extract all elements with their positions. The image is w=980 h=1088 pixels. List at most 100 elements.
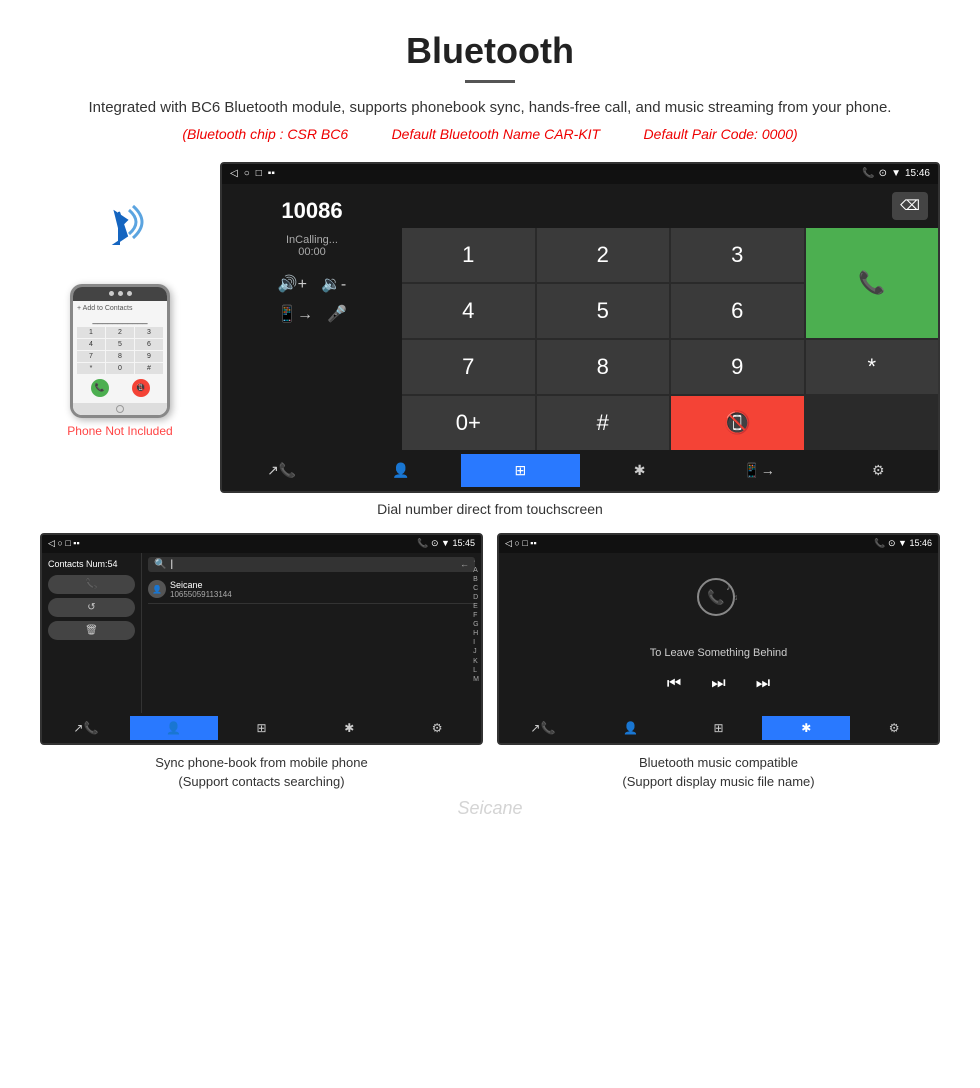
wifi-icon: ▼: [891, 168, 901, 179]
dbb-contacts[interactable]: 👤: [341, 454, 460, 487]
dial-volume-row: 🔊+ 🔉-: [278, 274, 347, 294]
phone-screen: + Add to Contacts ___________ 123 456 78…: [73, 301, 167, 403]
pb-backspace-icon[interactable]: ←: [460, 559, 469, 569]
statusbar-left: ◁ ○ □ ▪▪: [230, 168, 275, 179]
android-screen-large: ◁ ○ □ ▪▪ 📞 ⊙ ▼ 15:46 10086 InCalling: [220, 162, 940, 493]
pb-statusbar: ◁ ○ □ ▪▪ 📞 ⊙ ▼ 15:45: [42, 535, 481, 553]
pb-bottom-bar: ↗📞 👤 ⊞ ✱ ⚙: [42, 713, 481, 743]
music-bb-bluetooth[interactable]: ✱: [762, 716, 850, 740]
music-icon-area: 📞 ♪ ♫: [694, 572, 744, 631]
music-phone-icon: 📞 ♪ ♫: [694, 572, 744, 631]
key-star[interactable]: *: [806, 340, 939, 394]
backspace-button[interactable]: ⌫: [892, 192, 928, 220]
music-caption: Bluetooth music compatible (Support disp…: [497, 753, 940, 792]
play-pause-button[interactable]: ⏭: [711, 675, 725, 693]
dial-number: 10086: [281, 198, 342, 224]
key-5[interactable]: 5: [537, 284, 670, 338]
music-bb-settings[interactable]: ⚙: [850, 716, 938, 740]
key-1[interactable]: 1: [402, 228, 535, 282]
key-2[interactable]: 2: [537, 228, 670, 282]
vol-up-icon[interactable]: 🔊+: [278, 274, 307, 294]
call-green-button[interactable]: 📞: [806, 228, 939, 338]
bottom-captions: Sync phone-book from mobile phone (Suppo…: [40, 753, 940, 792]
header-chips: (Bluetooth chip : CSR BC6 Default Blueto…: [20, 126, 960, 142]
music-bb-dialpad[interactable]: ⊞: [675, 716, 763, 740]
dbb-bluetooth[interactable]: ✱: [580, 454, 699, 487]
music-caption-line2: (Support display music file name): [497, 772, 940, 792]
music-screen: ◁ ○ □ ▪▪ 📞 ⊙ ▼ 15:46 📞 ♪ ♫ To Le: [497, 533, 940, 745]
bottom-row: ◁ ○ □ ▪▪ 📞 ⊙ ▼ 15:45 Contacts Num:54 📞 ↺…: [40, 533, 940, 745]
key-0[interactable]: 0+: [402, 396, 535, 450]
music-content: 📞 ♪ ♫ To Leave Something Behind ⏮ ⏭ ⏭: [499, 553, 938, 713]
contact-name: Seicane: [170, 580, 232, 590]
key-4[interactable]: 4: [402, 284, 535, 338]
time-large: 15:46: [905, 168, 930, 179]
music-statusbar: ◁ ○ □ ▪▪ 📞 ⊙ ▼ 15:46: [499, 535, 938, 553]
key-8[interactable]: 8: [537, 340, 670, 394]
dial-status: InCalling... 00:00: [286, 234, 338, 258]
pb-bb-dialpad[interactable]: ⊞: [218, 716, 306, 740]
pb-search-input[interactable]: |: [170, 559, 460, 570]
key-6[interactable]: 6: [671, 284, 804, 338]
pb-left-panel: Contacts Num:54 📞 ↺ 🗑: [42, 553, 142, 713]
pb-bb-bluetooth[interactable]: ✱: [305, 716, 393, 740]
next-button[interactable]: ⏭: [756, 675, 770, 693]
music-bb-contacts[interactable]: 👤: [587, 716, 675, 740]
recent-icon: □: [256, 168, 262, 179]
dbb-settings[interactable]: ⚙: [819, 454, 938, 487]
main-content: + Add to Contacts ___________ 123 456 78…: [0, 152, 980, 839]
phone-top-bar: [73, 287, 167, 301]
phone-left-section: + Add to Contacts ___________ 123 456 78…: [40, 162, 200, 438]
location-icon: ⊙: [879, 168, 887, 179]
vol-down-icon[interactable]: 🔉-: [321, 274, 346, 294]
bt-name-label: Default Bluetooth Name CAR-KIT: [392, 126, 601, 142]
phone-bottom-bar: [73, 403, 167, 415]
dbb-transfer[interactable]: 📱→: [699, 454, 818, 487]
pb-call-btn[interactable]: 📞: [48, 575, 135, 594]
pb-sync-btn[interactable]: ↺: [48, 598, 135, 617]
phonebook-caption-line2: (Support contacts searching): [40, 772, 483, 792]
statusbar-right: 📞 ⊙ ▼ 15:46: [862, 168, 930, 179]
bluetooth-icon: [95, 202, 145, 274]
music-caption-line1: Bluetooth music compatible: [497, 753, 940, 773]
pb-bb-settings[interactable]: ⚙: [393, 716, 481, 740]
large-caption: Dial number direct from touchscreen: [40, 501, 940, 517]
key-7[interactable]: 7: [402, 340, 535, 394]
header-description: Integrated with BC6 Bluetooth module, su…: [20, 97, 960, 120]
svg-text:♫: ♫: [732, 593, 738, 602]
dbb-dialpad[interactable]: ⊞: [461, 454, 580, 487]
dbb-call[interactable]: ↗📞: [222, 454, 341, 487]
transfer-icon[interactable]: 📱→: [277, 304, 313, 324]
chip-label: (Bluetooth chip : CSR BC6: [182, 126, 348, 142]
pb-delete-btn[interactable]: 🗑: [48, 621, 135, 640]
pb-index: ·ABCDEFGHIJKLM: [473, 557, 479, 684]
large-demo-row: + Add to Contacts ___________ 123 456 78…: [40, 162, 940, 493]
prev-button[interactable]: ⏮: [667, 675, 681, 693]
phonebook-screen: ◁ ○ □ ▪▪ 📞 ⊙ ▼ 15:45 Contacts Num:54 📞 ↺…: [40, 533, 483, 745]
numpad-grid: 1 2 3 📞 4 5 6 7 8 9 * 0+ # 📵: [402, 228, 938, 450]
svg-text:📞: 📞: [707, 588, 725, 606]
phonebook-caption: Sync phone-book from mobile phone (Suppo…: [40, 753, 483, 792]
pb-statusbar-right: 📞 ⊙ ▼ 15:45: [417, 538, 475, 549]
dial-screen: 10086 InCalling... 00:00 🔊+ 🔉- 📱→ 🎤: [222, 184, 938, 450]
key-9[interactable]: 9: [671, 340, 804, 394]
key-3[interactable]: 3: [671, 228, 804, 282]
key-hash[interactable]: #: [537, 396, 670, 450]
music-statusbar-right: 📞 ⊙ ▼ 15:46: [874, 538, 932, 549]
pb-right-panel: 🔍 | ← 👤 Seicane 10655059113144 ·ABCDEFGH…: [142, 553, 481, 713]
pb-contacts-num: Contacts Num:54: [48, 559, 135, 569]
music-bottom-bar: ↗📞 👤 ⊞ ✱ ⚙: [499, 713, 938, 743]
end-call-button[interactable]: 📵: [671, 396, 804, 450]
svg-text:♪: ♪: [726, 582, 731, 593]
contact-number: 10655059113144: [170, 590, 232, 599]
music-bb-call[interactable]: ↗📞: [499, 716, 587, 740]
pb-bb-call[interactable]: ↗📞: [42, 716, 130, 740]
pb-search-row: 🔍 | ←: [148, 557, 475, 572]
pb-bb-contacts[interactable]: 👤: [130, 716, 218, 740]
pb-content: Contacts Num:54 📞 ↺ 🗑 🔍 | ← 👤 Seicane: [42, 553, 481, 713]
mic-icon[interactable]: 🎤: [327, 304, 347, 324]
dial-input-row: ⌫: [402, 184, 938, 228]
watermark: Seicane: [40, 798, 940, 819]
page-header: Bluetooth Integrated with BC6 Bluetooth …: [0, 0, 980, 152]
notif-icon: ▪▪: [268, 168, 275, 179]
